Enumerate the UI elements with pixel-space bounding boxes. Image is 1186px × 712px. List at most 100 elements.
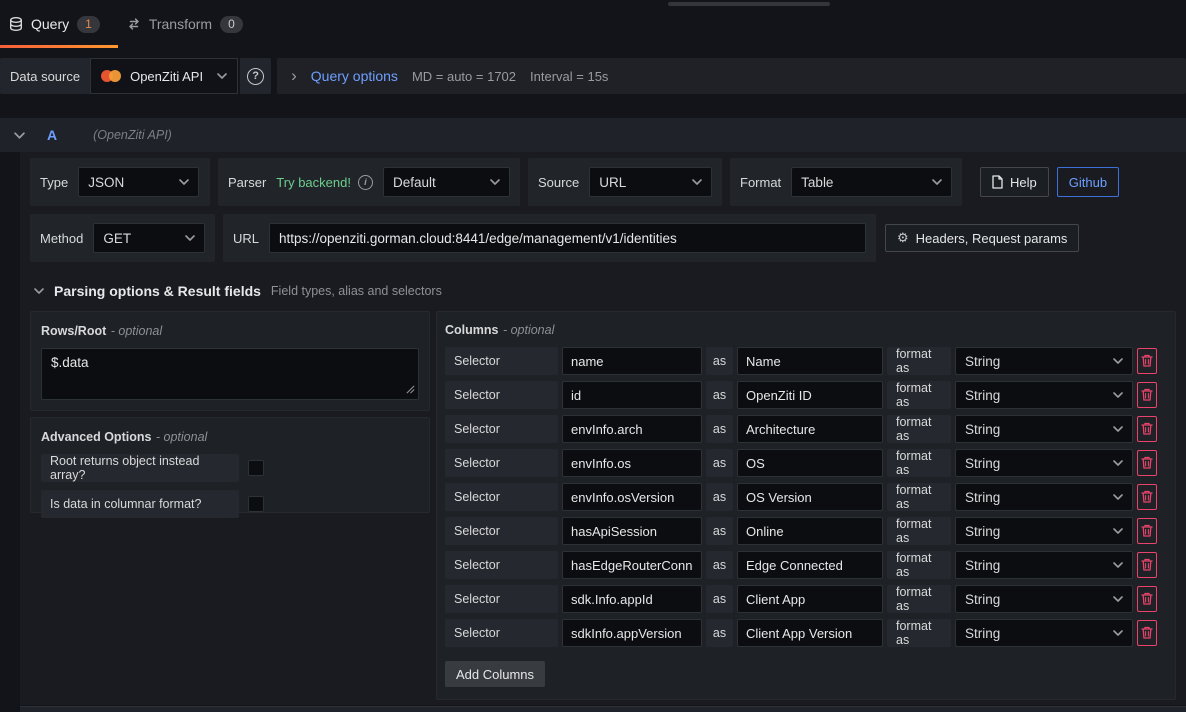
advanced-option-row: Root returns object instead array? bbox=[41, 454, 419, 482]
delete-column-button[interactable] bbox=[1137, 586, 1157, 612]
trash-icon bbox=[1141, 456, 1153, 470]
column-alias-input[interactable] bbox=[737, 585, 883, 613]
column-alias-input[interactable] bbox=[737, 347, 883, 375]
rows-root-textarea[interactable]: $.data bbox=[41, 348, 419, 400]
datasource-picker[interactable]: OpenZiti API bbox=[90, 58, 238, 94]
column-alias-input[interactable] bbox=[737, 415, 883, 443]
root-returns-object-checkbox[interactable] bbox=[248, 460, 264, 476]
max-datapoints-stat: MD = auto = 1702 bbox=[412, 69, 516, 84]
chevron-down-icon bbox=[490, 179, 500, 185]
interval-stat: Interval = 15s bbox=[530, 69, 608, 84]
as-chip: as bbox=[706, 517, 733, 545]
help-button[interactable]: Help bbox=[980, 167, 1049, 197]
advanced-option-row: Is data in columnar format? bbox=[41, 490, 419, 518]
github-button[interactable]: Github bbox=[1057, 167, 1119, 197]
column-format-select[interactable]: String bbox=[955, 415, 1133, 443]
column-selector-input[interactable] bbox=[562, 347, 702, 375]
column-row: Selector as format as String bbox=[445, 585, 1167, 613]
chevron-down-icon bbox=[217, 73, 227, 79]
column-row: Selector as format as String bbox=[445, 415, 1167, 443]
parsing-options-toggle[interactable]: Parsing options & Result fields Field ty… bbox=[30, 283, 1176, 299]
column-row: Selector as format as String bbox=[445, 619, 1167, 647]
chevron-down-icon bbox=[1113, 630, 1123, 636]
column-selector-input[interactable] bbox=[562, 517, 702, 545]
info-circle-icon[interactable]: i bbox=[358, 175, 373, 190]
column-format-select[interactable]: String bbox=[955, 381, 1133, 409]
trash-icon bbox=[1141, 592, 1153, 606]
document-icon bbox=[992, 175, 1003, 189]
query-datasource-hint: (OpenZiti API) bbox=[93, 128, 172, 142]
type-select[interactable]: JSON bbox=[78, 167, 199, 197]
pane-resize-handle[interactable] bbox=[668, 2, 830, 6]
column-selector-input[interactable] bbox=[562, 619, 702, 647]
query-row-header[interactable]: A (OpenZiti API) bbox=[0, 118, 1186, 152]
delete-column-button[interactable] bbox=[1137, 620, 1157, 646]
selector-chip: Selector bbox=[445, 415, 558, 443]
format-as-chip: format as bbox=[887, 517, 951, 545]
tab-transform-label: Transform bbox=[149, 16, 212, 32]
method-select[interactable]: GET bbox=[93, 223, 205, 253]
query-options-toggle[interactable]: Query options bbox=[311, 68, 398, 84]
format-as-chip: format as bbox=[887, 415, 951, 443]
column-format-select[interactable]: String bbox=[955, 619, 1133, 647]
headers-params-button[interactable]: ⚙ Headers, Request params bbox=[885, 224, 1079, 252]
query-count-badge: 1 bbox=[77, 16, 100, 33]
datasource-bar: Data source OpenZiti API ? › Query optio… bbox=[0, 58, 1186, 94]
format-as-chip: format as bbox=[887, 381, 951, 409]
column-selector-input[interactable] bbox=[562, 415, 702, 443]
url-input[interactable] bbox=[269, 223, 866, 253]
datasource-help-button[interactable]: ? bbox=[240, 58, 271, 94]
column-alias-input[interactable] bbox=[737, 517, 883, 545]
column-alias-input[interactable] bbox=[737, 483, 883, 511]
source-select[interactable]: URL bbox=[589, 167, 712, 197]
column-selector-input[interactable] bbox=[562, 483, 702, 511]
column-format-select[interactable]: String bbox=[955, 517, 1133, 545]
column-selector-input[interactable] bbox=[562, 449, 702, 477]
column-format-select[interactable]: String bbox=[955, 347, 1133, 375]
column-selector-input[interactable] bbox=[562, 551, 702, 579]
column-selector-input[interactable] bbox=[562, 381, 702, 409]
advanced-options-label: Advanced Options bbox=[41, 430, 151, 444]
try-backend-hint: Try backend! bbox=[276, 175, 351, 190]
format-label: Format bbox=[740, 175, 781, 190]
column-format-select[interactable]: String bbox=[955, 585, 1133, 613]
tab-query[interactable]: Query 1 bbox=[0, 0, 118, 48]
tab-transform[interactable]: Transform 0 bbox=[118, 0, 261, 48]
format-select[interactable]: Table bbox=[791, 167, 952, 197]
as-chip: as bbox=[706, 449, 733, 477]
method-field-group: Method GET bbox=[30, 214, 215, 262]
delete-column-button[interactable] bbox=[1137, 382, 1157, 408]
gear-icon: ⚙ bbox=[897, 230, 909, 246]
parser-select[interactable]: Default bbox=[383, 167, 510, 197]
parsing-section-subtitle: Field types, alias and selectors bbox=[271, 284, 442, 298]
delete-column-button[interactable] bbox=[1137, 518, 1157, 544]
delete-column-button[interactable] bbox=[1137, 552, 1157, 578]
datasource-name: OpenZiti API bbox=[130, 69, 209, 84]
column-row: Selector as format as String bbox=[445, 551, 1167, 579]
delete-column-button[interactable] bbox=[1137, 484, 1157, 510]
trash-icon bbox=[1141, 490, 1153, 504]
column-row: Selector as format as String bbox=[445, 449, 1167, 477]
url-label: URL bbox=[233, 231, 259, 246]
delete-column-button[interactable] bbox=[1137, 450, 1157, 476]
format-as-chip: format as bbox=[887, 585, 951, 613]
selector-chip: Selector bbox=[445, 551, 558, 579]
selector-chip: Selector bbox=[445, 517, 558, 545]
column-alias-input[interactable] bbox=[737, 551, 883, 579]
tab-query-label: Query bbox=[31, 16, 69, 32]
columnar-format-checkbox[interactable] bbox=[248, 496, 264, 512]
column-selector-input[interactable] bbox=[562, 585, 702, 613]
delete-column-button[interactable] bbox=[1137, 416, 1157, 442]
datasource-label: Data source bbox=[0, 58, 90, 94]
column-format-select[interactable]: String bbox=[955, 449, 1133, 477]
column-format-select[interactable]: String bbox=[955, 551, 1133, 579]
delete-column-button[interactable] bbox=[1137, 348, 1157, 374]
column-alias-input[interactable] bbox=[737, 381, 883, 409]
column-alias-input[interactable] bbox=[737, 449, 883, 477]
column-format-select[interactable]: String bbox=[955, 483, 1133, 511]
add-columns-button[interactable]: Add Columns bbox=[445, 661, 545, 687]
query-ref-id: A bbox=[47, 127, 57, 143]
selector-chip: Selector bbox=[445, 483, 558, 511]
rows-root-optional: - optional bbox=[111, 324, 162, 338]
column-alias-input[interactable] bbox=[737, 619, 883, 647]
